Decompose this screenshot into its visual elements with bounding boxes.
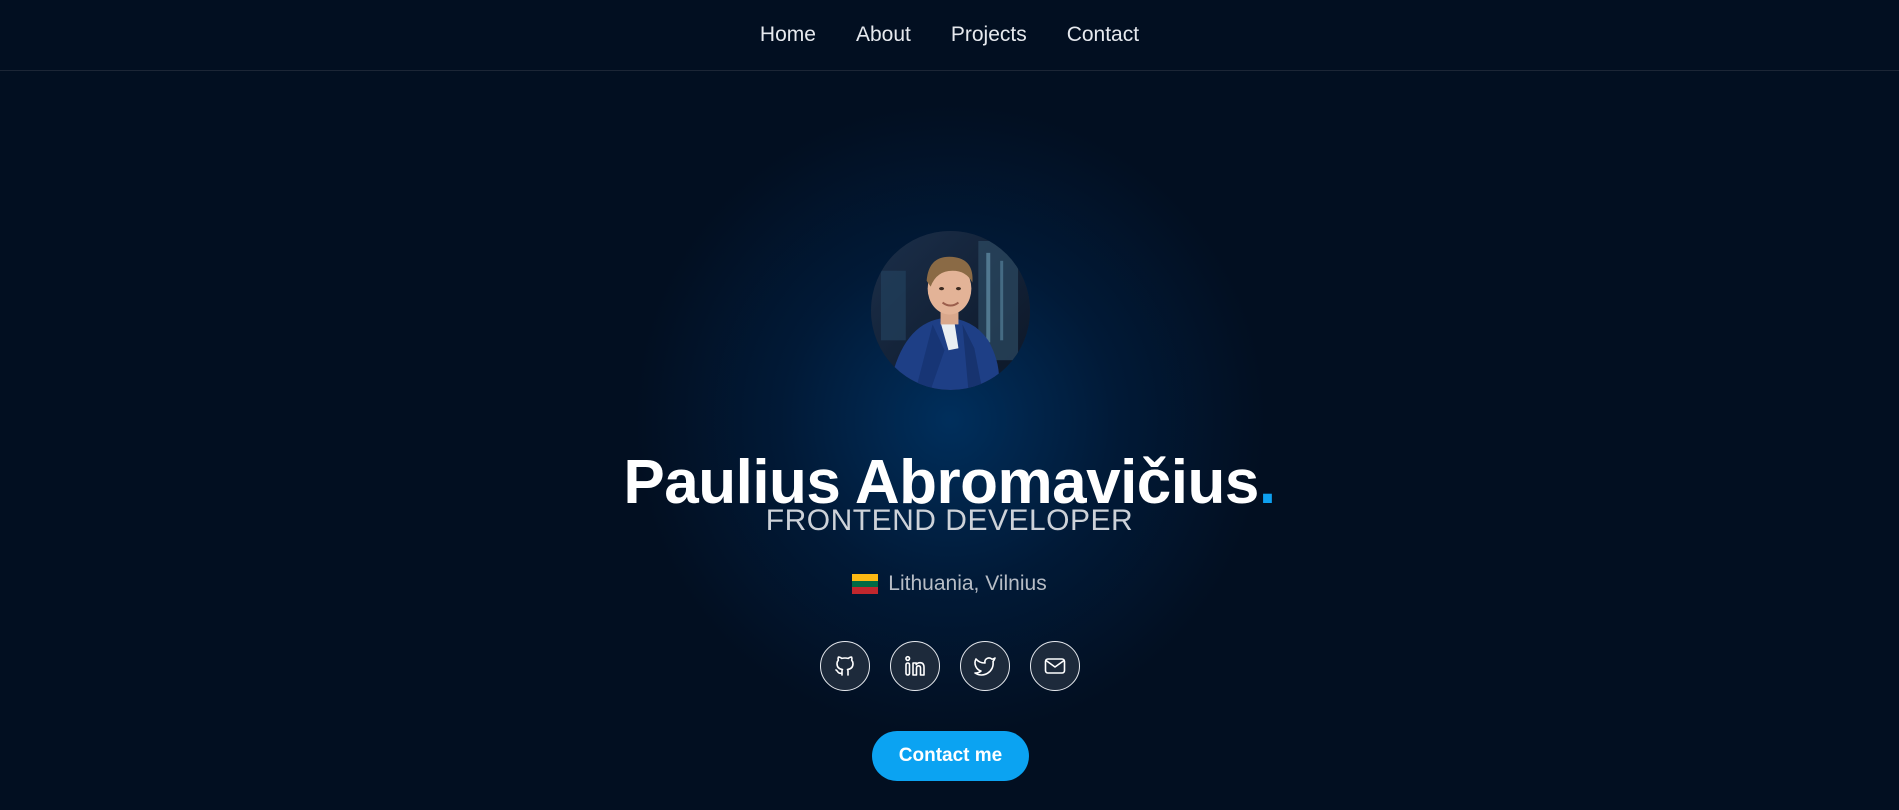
- location-text: Lithuania, Vilnius: [888, 572, 1047, 595]
- social-links: [0, 641, 1899, 691]
- location: Lithuania, Vilnius: [0, 572, 1899, 596]
- job-title: FRONTEND DEVELOPER: [765, 504, 1134, 537]
- nav-link-home[interactable]: Home: [760, 23, 816, 47]
- hero-section: Paulius Abromavičius. FRONTEND DEVELOPER…: [0, 70, 1899, 810]
- page: Home About Projects Contact Paulius Abro…: [0, 0, 1899, 810]
- github-button[interactable]: [819, 641, 870, 691]
- mail-icon: [1044, 658, 1065, 674]
- twitter-icon: [973, 657, 996, 676]
- nav-link-contact[interactable]: Contact: [1067, 23, 1139, 47]
- contact-me-button[interactable]: Contact me: [872, 731, 1029, 781]
- email-button[interactable]: [1029, 641, 1080, 691]
- linkedin-button[interactable]: [889, 641, 940, 691]
- avatar: [871, 231, 1030, 390]
- twitter-button[interactable]: [959, 641, 1010, 691]
- top-navbar: Home About Projects Contact: [0, 0, 1899, 71]
- linkedin-icon: [904, 655, 925, 676]
- avatar-photo: [871, 231, 1030, 390]
- github-icon: [834, 656, 854, 676]
- nav-link-projects[interactable]: Projects: [951, 23, 1027, 47]
- nav-link-about[interactable]: About: [856, 23, 911, 47]
- lithuania-flag-icon: [852, 574, 879, 594]
